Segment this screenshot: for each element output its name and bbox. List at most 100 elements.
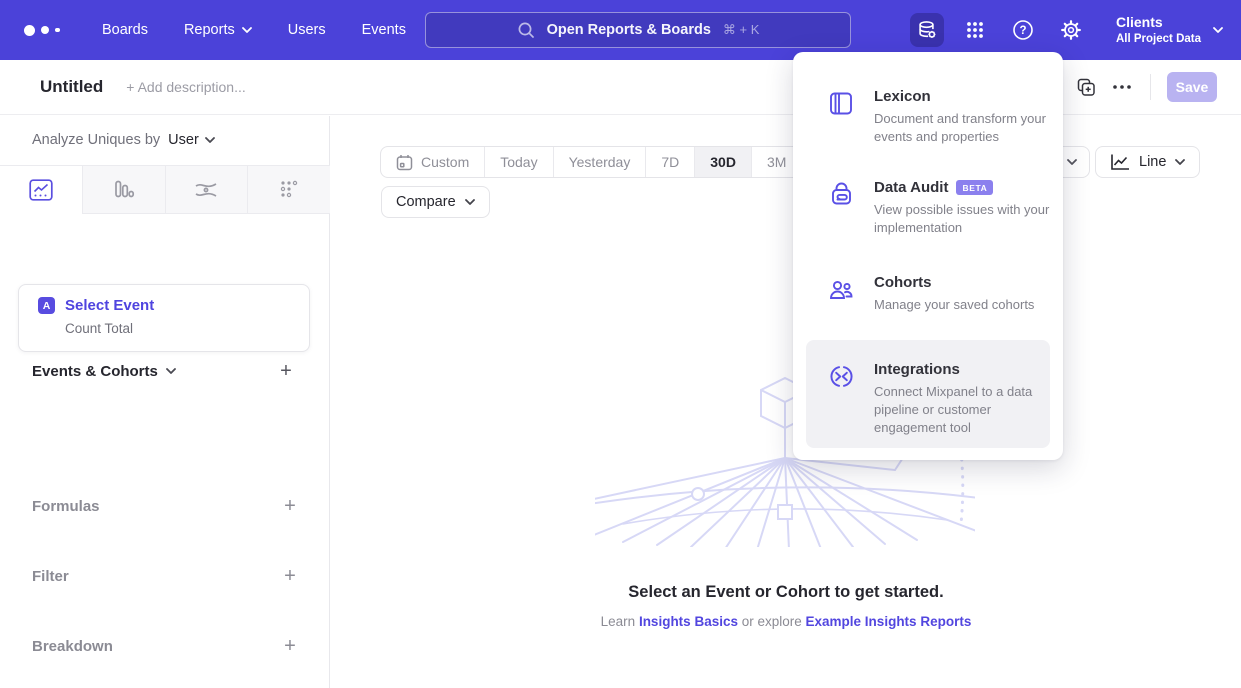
mixpanel-logo[interactable]: [24, 25, 70, 36]
menu-item-title: Integrations: [874, 361, 960, 378]
select-event-label[interactable]: Select Event: [65, 297, 154, 314]
breakdown-section: Breakdown +: [32, 635, 301, 657]
data-management-menu: Lexicon Document and transform your even…: [793, 52, 1063, 460]
compare-label: Compare: [396, 194, 456, 210]
example-insights-reports-link[interactable]: Example Insights Reports: [806, 614, 972, 629]
svg-text:?: ?: [1019, 25, 1026, 37]
range-label: Today: [500, 154, 537, 170]
menu-item-description: Document and transform your events and p…: [874, 110, 1054, 146]
divider: [1150, 74, 1151, 100]
chevron-down-icon: [205, 137, 215, 143]
range-label: Yesterday: [569, 154, 631, 170]
report-title[interactable]: Untitled: [40, 77, 103, 97]
search-shortcut: ⌘ + K: [723, 22, 760, 38]
range-30d[interactable]: 30D: [694, 147, 751, 177]
chart-type-dropdown[interactable]: Line: [1095, 146, 1200, 178]
menu-item-lexicon[interactable]: Lexicon Document and transform your even…: [793, 88, 1063, 146]
breakdown-label: Breakdown: [32, 638, 113, 655]
audit-icon: [828, 181, 856, 208]
add-event-button[interactable]: +: [275, 360, 297, 382]
add-formula-button[interactable]: +: [279, 495, 301, 517]
flows-icon: [194, 180, 218, 200]
line-chart-icon: [29, 179, 53, 201]
range-custom[interactable]: Custom: [381, 147, 484, 177]
integrations-icon: [828, 363, 856, 390]
analyze-value: User: [168, 132, 199, 148]
nav-item-label: Users: [288, 22, 326, 38]
help-icon[interactable]: ?: [1006, 13, 1040, 47]
event-card[interactable]: A Select Event Count Total: [18, 284, 310, 352]
dot-grid-icon: [279, 180, 299, 200]
chevron-down-icon: [465, 199, 475, 205]
apps-grid-icon[interactable]: [958, 13, 992, 47]
add-breakdown-button[interactable]: +: [279, 635, 301, 657]
analyze-prefix: Analyze Uniques by: [32, 132, 160, 148]
search-label: Open Reports & Boards: [547, 22, 711, 38]
menu-item-title: Data Audit: [874, 179, 948, 196]
tab-flows[interactable]: [166, 166, 249, 213]
chevron-down-icon: [1175, 159, 1185, 165]
empty-state-title: Select an Event or Cohort to get started…: [331, 583, 1241, 602]
global-search-button[interactable]: Open Reports & Boards ⌘ + K: [425, 12, 851, 48]
insights-basics-link[interactable]: Insights Basics: [639, 614, 738, 629]
book-icon: [828, 90, 856, 117]
nav-item-label: Boards: [102, 22, 148, 38]
org-name: Clients: [1116, 14, 1201, 32]
tab-line-chart[interactable]: [0, 166, 83, 213]
settings-gear-icon[interactable]: [1054, 13, 1088, 47]
menu-item-description: Manage your saved cohorts: [874, 296, 1054, 314]
nav-item-events[interactable]: Events: [344, 0, 424, 60]
chevron-down-icon: [242, 27, 252, 33]
menu-item-data-audit[interactable]: Data Audit BETA View possible issues wit…: [793, 179, 1063, 237]
query-sidebar: Analyze Uniques by User: [0, 116, 330, 688]
chevron-down-icon: [166, 368, 176, 374]
range-yesterday[interactable]: Yesterday: [553, 147, 646, 177]
project-name: All Project Data: [1116, 32, 1201, 46]
nav-links: Boards Reports Users Events: [84, 0, 424, 60]
bar-chart-icon: [113, 179, 135, 201]
events-cohorts-label: Events & Cohorts: [32, 363, 158, 380]
navbar-right: ? Clients All Project Data: [910, 0, 1223, 60]
nav-item-label: Events: [362, 22, 406, 38]
count-total-dropdown[interactable]: Count Total: [65, 321, 309, 336]
menu-item-integrations[interactable]: Integrations Connect Mixpanel to a data …: [806, 340, 1050, 448]
range-label: 30D: [710, 154, 736, 170]
search-icon: [517, 21, 535, 39]
more-options-icon[interactable]: [1104, 71, 1140, 103]
range-today[interactable]: Today: [484, 147, 552, 177]
events-cohorts-dropdown[interactable]: Events & Cohorts: [32, 363, 176, 380]
events-cohorts-header: Events & Cohorts +: [32, 360, 297, 382]
save-button[interactable]: Save: [1167, 72, 1217, 102]
add-filter-button[interactable]: +: [279, 565, 301, 587]
empty-state-links: Learn Insights Basics or explore Example…: [331, 614, 1241, 629]
range-label: 3M: [767, 154, 786, 170]
nav-item-users[interactable]: Users: [270, 0, 344, 60]
project-switcher[interactable]: Clients All Project Data: [1116, 14, 1223, 46]
menu-item-description: Connect Mixpanel to a data pipeline or c…: [874, 383, 1050, 436]
duplicate-icon[interactable]: [1068, 71, 1104, 103]
or-explore-text: or explore: [738, 614, 806, 629]
range-7d[interactable]: 7D: [645, 147, 694, 177]
cohorts-icon: [828, 276, 856, 303]
report-canvas: Custom Today Yesterday 7D 30D 3M 6M Comp…: [331, 116, 1241, 688]
formulas-section: Formulas +: [32, 495, 301, 517]
menu-item-title: Cohorts: [874, 274, 932, 291]
chevron-down-icon: [1213, 27, 1223, 33]
nav-item-boards[interactable]: Boards: [84, 0, 166, 60]
nav-item-reports[interactable]: Reports: [166, 0, 270, 60]
menu-item-cohorts[interactable]: Cohorts Manage your saved cohorts: [793, 274, 1063, 314]
compare-dropdown[interactable]: Compare: [381, 186, 490, 218]
date-range-control: Custom Today Yesterday 7D 30D 3M 6M: [380, 146, 853, 178]
add-description-field[interactable]: + Add description...: [126, 79, 245, 95]
tab-metrics-grid[interactable]: [248, 166, 330, 213]
line-chart-icon: [1110, 153, 1130, 171]
tab-bar-chart[interactable]: [83, 166, 166, 213]
analyze-uniques-dropdown[interactable]: Analyze Uniques by User: [32, 132, 215, 148]
chevron-down-icon: [1067, 159, 1077, 165]
data-management-icon[interactable]: [910, 13, 944, 47]
range-label: 7D: [661, 154, 679, 170]
calendar-icon: [396, 154, 413, 171]
range-label: Custom: [421, 154, 469, 170]
nav-item-label: Reports: [184, 22, 235, 38]
event-badge: A: [38, 297, 55, 314]
